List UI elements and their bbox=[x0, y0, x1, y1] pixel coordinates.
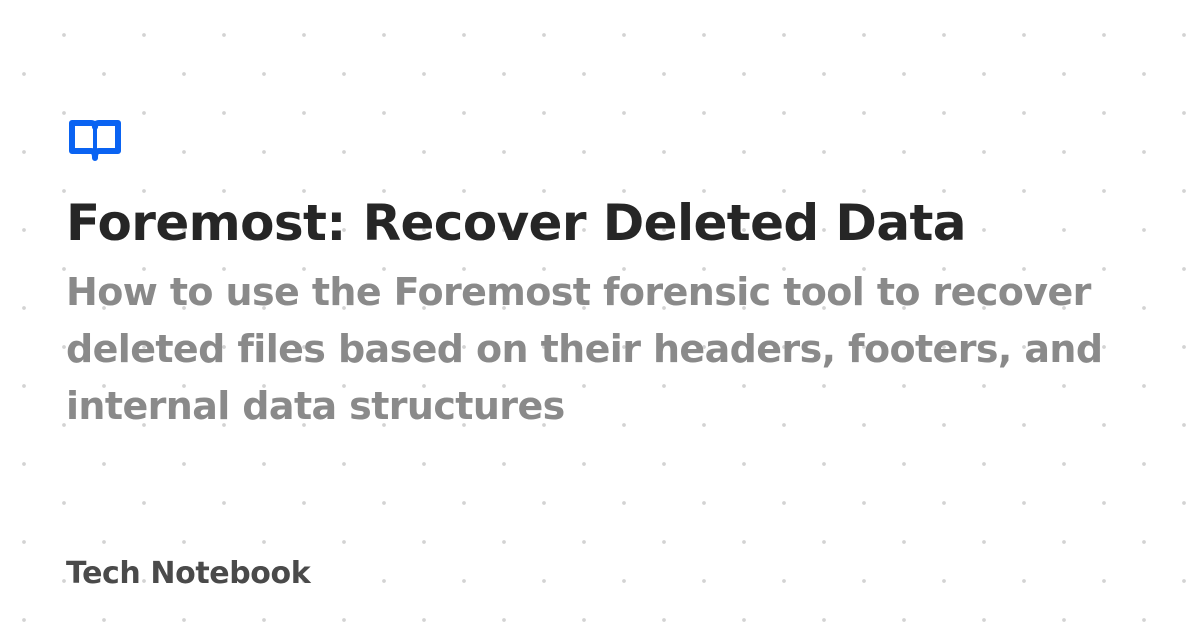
article-title: Foremost: Recover Deleted Data bbox=[66, 194, 967, 252]
article-subtitle: How to use the Foremost forensic tool to… bbox=[66, 270, 1103, 428]
site-name: Tech Notebook bbox=[66, 556, 311, 591]
social-card: Foremost: Recover Deleted Data How to us… bbox=[66, 0, 1186, 630]
open-book-icon bbox=[68, 118, 122, 162]
